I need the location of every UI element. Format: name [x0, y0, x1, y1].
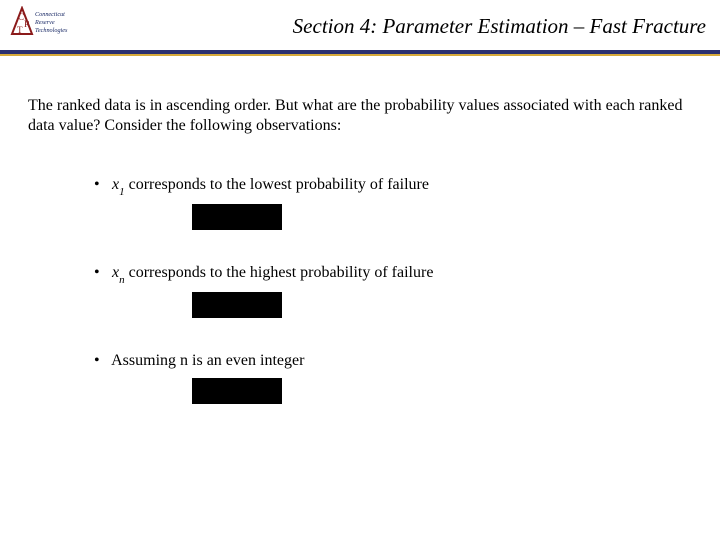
bullet-marker: •	[94, 176, 108, 194]
math-sub: 1	[119, 186, 125, 198]
logo-letter-t: T	[17, 25, 23, 35]
redacted-box	[192, 292, 282, 318]
bullet-item: • xn corresponds to the highest probabil…	[94, 264, 692, 284]
logo-text-top: Connecticut	[35, 11, 65, 18]
slide-title: Section 4: Parameter Estimation – Fast F…	[293, 14, 706, 39]
bullet-text: Assuming n is an even integer	[111, 352, 304, 369]
bullet-item: • x1 corresponds to the lowest probabili…	[94, 176, 692, 196]
logo-letter-r: R	[24, 19, 30, 29]
bullet-marker: •	[94, 352, 108, 370]
bullet-text: corresponds to the highest probability o…	[125, 264, 434, 281]
intro-paragraph: The ranked data is in ascending order. B…	[28, 96, 692, 136]
logo-text-bot: Technologies	[35, 27, 68, 34]
logo-text-mid: Reserve	[34, 19, 55, 26]
redacted-box	[192, 378, 282, 404]
bullet-item: • Assuming n is an even integer	[94, 352, 692, 370]
bullet-list: • x1 corresponds to the lowest probabili…	[28, 176, 692, 404]
bullet-marker: •	[94, 264, 108, 282]
redacted-box	[192, 204, 282, 230]
divider-accent	[0, 54, 720, 56]
bullet-text: corresponds to the lowest probability of…	[125, 176, 429, 193]
math-sub: n	[119, 274, 125, 286]
slide-header: C R T Connecticut Reserve Technologies S…	[0, 0, 720, 58]
slide-body: The ranked data is in ascending order. B…	[28, 96, 692, 404]
company-logo: C R T Connecticut Reserve Technologies	[10, 6, 70, 44]
